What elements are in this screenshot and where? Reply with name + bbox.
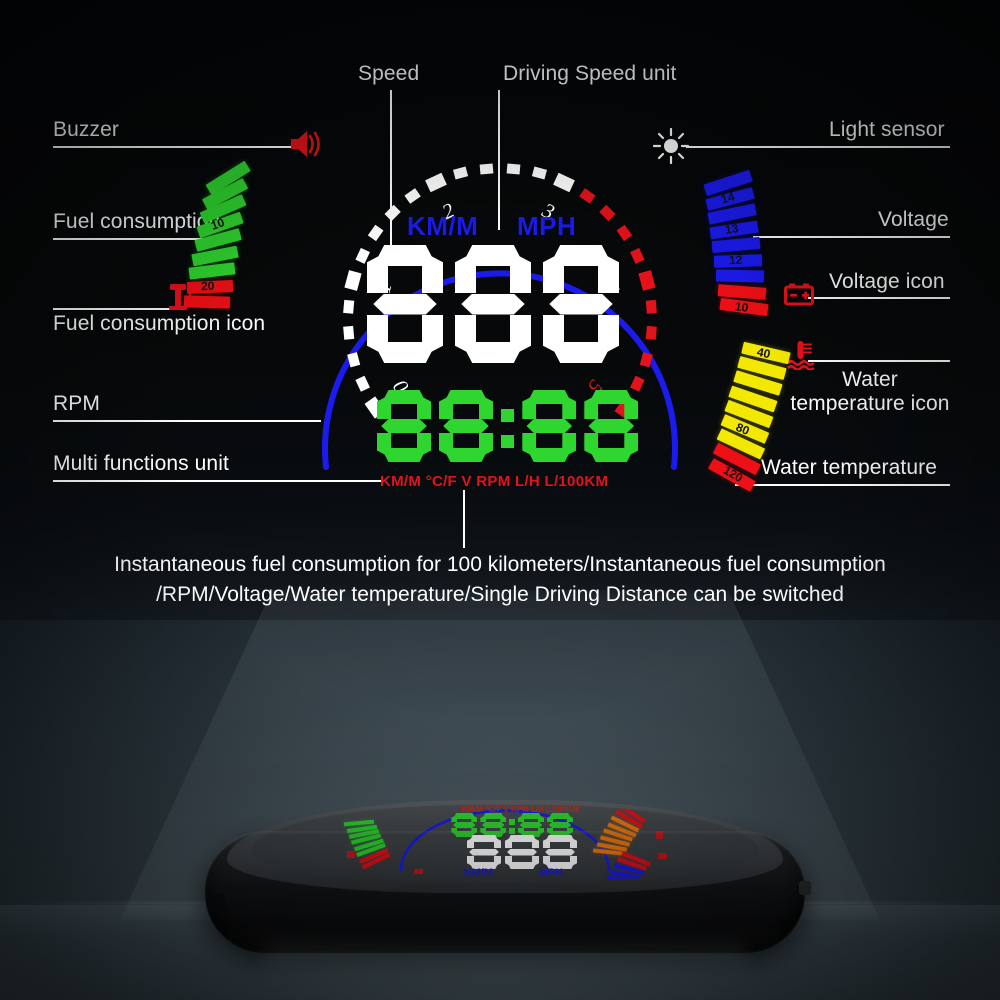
gauge-bar-label: 13 (724, 221, 740, 238)
hud-device-photo: MPH KM/M KM/M °C/F V RPM L/H L/100KM (205, 795, 811, 979)
leader-voltage-icon (808, 297, 950, 299)
seven-segment-digit (518, 813, 544, 837)
callout-multi-functions-unit: Multi functions unit (53, 452, 229, 475)
gauge-bar-alert (184, 295, 231, 309)
tachometer-tick-redline (646, 326, 657, 341)
leader-light-sensor (686, 146, 950, 148)
callout-rpm: RPM (53, 392, 100, 415)
diagram-stage: Speed Driving Speed unit Buzzer Light se… (0, 0, 1000, 1000)
leader-caption (463, 490, 465, 548)
seven-segment-digit (377, 390, 431, 462)
gauge-bar-label: 12 (728, 253, 743, 268)
multi-function-digits (377, 390, 646, 462)
seven-segment-digit (543, 835, 577, 869)
callout-light-sensor: Light sensor (829, 118, 945, 141)
speed-digits (367, 245, 631, 363)
multi-function-unit-row: KM/M °C/F V RPM L/H L/100KM (380, 473, 609, 490)
device-speed-digits (463, 835, 577, 869)
leader-rpm (53, 420, 321, 422)
unit-label-mph[interactable]: MPH (517, 211, 576, 242)
device-fuel-icon (656, 831, 663, 839)
gauge-bar (715, 269, 765, 283)
callout-voltage-icon: Voltage icon (829, 270, 945, 293)
tachometer-tick (343, 326, 354, 341)
seven-segment-digit (584, 390, 639, 462)
device-voltage-icon (658, 853, 667, 859)
device-side-button[interactable] (799, 881, 811, 895)
seven-segment-digit (505, 835, 539, 869)
device-unit-mph: MPH (538, 867, 563, 879)
tachometer-tick (506, 163, 521, 174)
seven-segment-digit (455, 245, 531, 363)
gauge-bar-alert (717, 283, 767, 299)
seven-segment-digit (522, 390, 577, 462)
seven-segment-digit (467, 835, 501, 869)
seven-segment-digit (451, 813, 477, 837)
device-screen: MPH KM/M KM/M °C/F V RPM L/H L/100KM (251, 805, 759, 881)
seven-segment-digit (439, 390, 493, 462)
seven-segment-digit (543, 245, 619, 363)
callout-driving-speed-unit: Driving Speed unit (503, 62, 677, 85)
callout-fuel-consumption-icon: Fuel consumption icon (53, 312, 266, 335)
leader-buzzer (53, 146, 291, 148)
fuel-consumption-bargauge: 10 20 (175, 160, 305, 315)
caption-line-2: /RPM/Voltage/Water temperature/Single Dr… (156, 583, 844, 606)
device-floor-reflection (265, 945, 745, 979)
device-water-icon (347, 851, 355, 858)
leader-fuel-consumption-icon (53, 308, 170, 310)
leader-water-temperature-icon (808, 360, 950, 362)
seven-segment-colon (501, 390, 515, 462)
water-temperature-bargauge: 40 80 120 (690, 341, 820, 492)
seven-segment-colon (509, 813, 515, 837)
hud-display-face: 012345 KM/M MPH KM/M °C/F V RPM L/H L/10… (285, 145, 715, 490)
device-port (209, 893, 225, 915)
callout-speed: Speed (358, 62, 420, 85)
gauge-bar-label: 10 (734, 298, 750, 315)
device-multi-digits (448, 813, 573, 837)
callout-voltage: Voltage (878, 208, 949, 231)
seven-segment-digit (547, 813, 573, 837)
callout-buzzer: Buzzer (53, 118, 119, 141)
tachometer-tick (343, 299, 354, 314)
device-buzzer-icon (414, 869, 423, 874)
seven-segment-digit (367, 245, 443, 363)
caption-line-1: Instantaneous fuel consumption for 100 k… (114, 553, 886, 576)
gauge-bar (711, 236, 761, 253)
device-unit-kmm: KM/M (463, 867, 493, 879)
seven-segment-digit (480, 813, 506, 837)
unit-label-kmm[interactable]: KM/M (407, 211, 478, 242)
device-screen-content: MPH KM/M KM/M °C/F V RPM L/H L/100KM (251, 805, 759, 881)
device-multi-unit-row: KM/M °C/F V RPM L/H L/100KM (461, 805, 579, 814)
tachometer-tick (479, 163, 494, 174)
gauge-bar-label: 20 (200, 278, 215, 294)
voltage-bargauge: 14 13 12 10 (690, 169, 820, 320)
tachometer-tick-redline (646, 299, 657, 314)
